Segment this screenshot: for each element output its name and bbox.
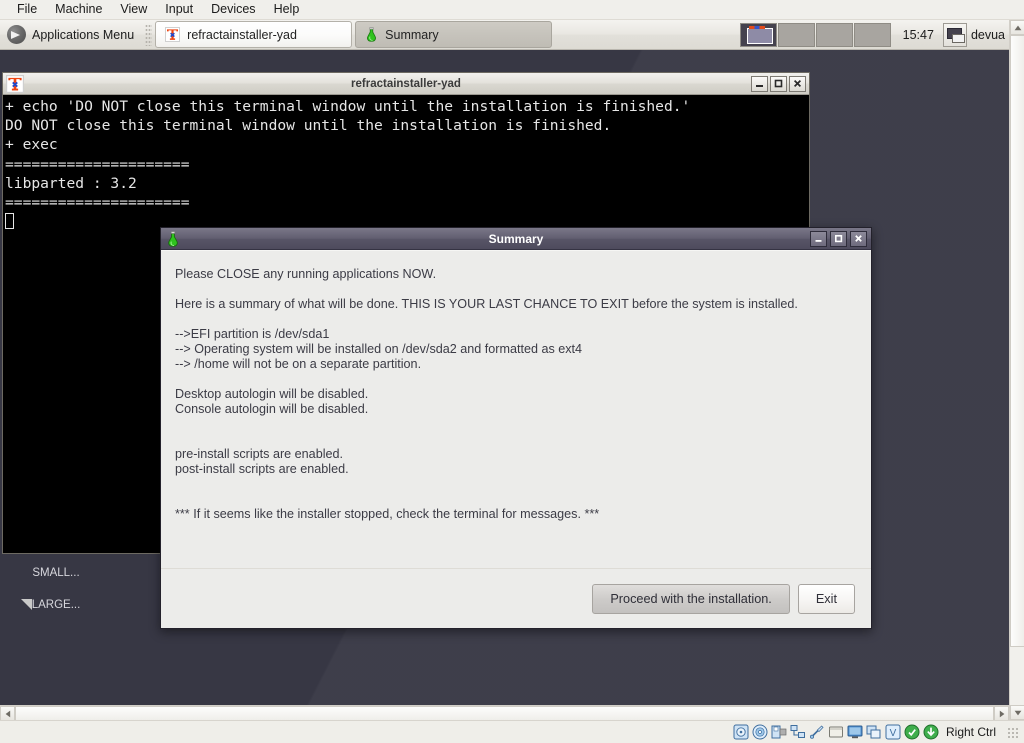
- vertical-scroll-thumb[interactable]: [1010, 35, 1024, 647]
- xfce-panel: Applications Menu refractainstaller-yad: [0, 20, 1009, 50]
- terminal-line: =====================: [5, 194, 190, 212]
- terminal-line: =====================: [5, 155, 190, 173]
- terminal-line: libparted : 3.2: [5, 174, 137, 192]
- display-icon[interactable]: [847, 724, 863, 740]
- dialog-message: Please CLOSE any running applications NO…: [175, 267, 798, 521]
- menu-help[interactable]: Help: [265, 0, 309, 19]
- terminal-line: DO NOT close this terminal window until …: [5, 117, 612, 135]
- scroll-left-icon[interactable]: [0, 706, 15, 721]
- task-button-label: refractainstaller-yad: [187, 27, 297, 42]
- mouse-integration-icon[interactable]: [904, 724, 920, 740]
- floppy-disk-icon[interactable]: [771, 724, 787, 740]
- proceed-button[interactable]: Proceed with the installation.: [592, 583, 790, 614]
- menu-devices[interactable]: Devices: [202, 0, 264, 19]
- host-key-label: Right Ctrl: [945, 725, 996, 739]
- recording-icon[interactable]: [866, 724, 882, 740]
- vbox-menubar: File Machine View Input Devices Help: [0, 0, 1024, 20]
- terminal-line: + echo 'DO NOT close this terminal windo…: [5, 98, 691, 115]
- hard-disk-icon[interactable]: [733, 724, 749, 740]
- menu-view[interactable]: View: [111, 0, 156, 19]
- horizontal-scroll-thumb[interactable]: [15, 706, 994, 721]
- mouse-logo-icon: [7, 25, 26, 44]
- terminal-titlebar[interactable]: refractainstaller-yad: [3, 73, 809, 95]
- vbox-statusbar: V Right Ctrl: [0, 720, 1024, 743]
- menu-input[interactable]: Input: [156, 0, 202, 19]
- terminal-title-label: refractainstaller-yad: [351, 77, 461, 90]
- optical-disk-icon[interactable]: [752, 724, 768, 740]
- dialog-window-controls: [810, 230, 871, 247]
- maximize-icon[interactable]: [830, 230, 847, 247]
- desktop-icon-label: SMALL...: [32, 567, 80, 579]
- xterm-icon: [165, 27, 181, 42]
- network-icon[interactable]: [790, 724, 806, 740]
- terminal-line: + exec: [5, 136, 58, 154]
- close-icon[interactable]: [850, 230, 867, 247]
- guest-screen: Applications Menu refractainstaller-yad: [0, 20, 1009, 720]
- scroll-down-icon[interactable]: [1010, 705, 1024, 720]
- maximize-icon[interactable]: [770, 75, 787, 92]
- screen-root: File Machine View Input Devices Help App…: [0, 0, 1024, 743]
- keyboard-capture-icon[interactable]: [923, 724, 939, 740]
- panel-right-section: 15:47 devua: [738, 20, 1009, 50]
- workspace-2[interactable]: [777, 22, 815, 47]
- applications-menu-label: Applications Menu: [32, 27, 135, 42]
- scroll-right-icon[interactable]: [994, 706, 1009, 721]
- minimize-icon[interactable]: [810, 230, 827, 247]
- terminal-window-controls: [751, 75, 809, 92]
- task-button-label: Summary: [385, 27, 439, 42]
- dialog-action-bar: Proceed with the installation. Exit: [161, 568, 871, 628]
- terminal-cursor: [5, 213, 14, 230]
- workspace-switcher-icon[interactable]: [738, 20, 894, 50]
- menu-file[interactable]: File: [8, 0, 46, 19]
- dialog-body: Please CLOSE any running applications NO…: [161, 250, 871, 628]
- display-glyph-front: [951, 33, 965, 43]
- dialog-title-label: Summary: [488, 231, 544, 246]
- horizontal-scrollbar[interactable]: [0, 705, 1009, 721]
- workspace-1[interactable]: [739, 22, 777, 47]
- scroll-up-icon[interactable]: [1010, 20, 1024, 35]
- green-flask-icon: [365, 27, 378, 42]
- usb-icon[interactable]: [809, 724, 825, 740]
- workspace-4[interactable]: [853, 22, 891, 47]
- display-settings-icon[interactable]: [942, 22, 967, 47]
- shared-folder-icon[interactable]: [828, 724, 844, 740]
- task-button-refractainstaller-yad[interactable]: refractainstaller-yad: [155, 21, 353, 48]
- workspace-3[interactable]: [815, 22, 853, 47]
- exit-button[interactable]: Exit: [797, 583, 855, 614]
- svg-text:V: V: [890, 728, 897, 739]
- panel-username[interactable]: devua: [971, 20, 1009, 50]
- menu-machine[interactable]: Machine: [46, 0, 111, 19]
- window-tasklist: refractainstaller-yad Summary: [155, 21, 553, 48]
- dialog-titlebar[interactable]: Summary: [161, 228, 871, 250]
- minimize-icon[interactable]: [751, 75, 768, 92]
- panel-separator[interactable]: [145, 23, 153, 46]
- workspace-window-preview: [746, 25, 773, 44]
- close-icon[interactable]: [789, 75, 806, 92]
- desktop-icon-small[interactable]: SMALL...: [2, 566, 110, 580]
- desktop-icon-large[interactable]: LARGE...: [2, 598, 110, 612]
- virtualization-icon[interactable]: V: [885, 724, 901, 740]
- applications-menu-button[interactable]: Applications Menu: [2, 22, 142, 48]
- summary-dialog[interactable]: Summary Please CLOSE any running applica…: [160, 227, 872, 629]
- vertical-scrollbar[interactable]: [1009, 20, 1024, 720]
- panel-clock[interactable]: 15:47: [894, 20, 943, 50]
- task-button-summary[interactable]: Summary: [355, 21, 553, 48]
- resize-grip[interactable]: [1007, 726, 1018, 738]
- terminal-output[interactable]: + echo 'DO NOT close this terminal windo…: [3, 95, 809, 231]
- desktop-icon-label: LARGE...: [31, 599, 81, 611]
